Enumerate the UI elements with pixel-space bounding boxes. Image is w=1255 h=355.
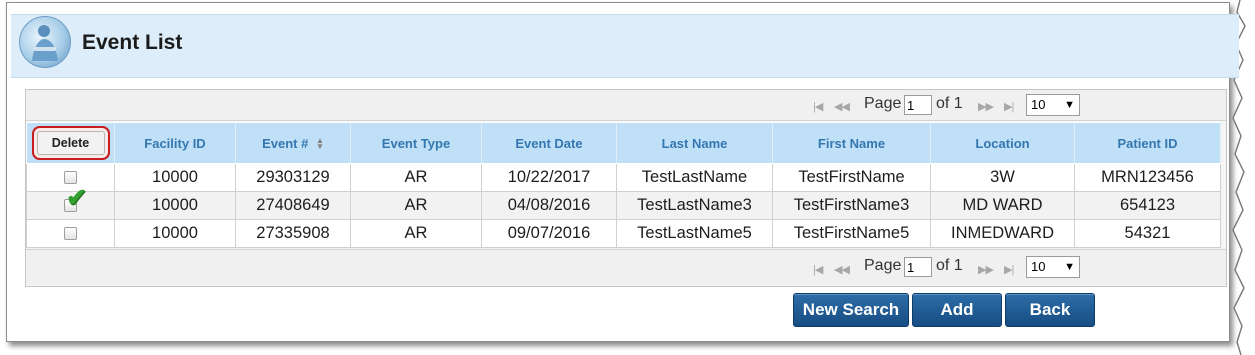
event-date-cell: 09/07/2016	[481, 219, 617, 248]
dropdown-arrow-icon: ▼	[1064, 261, 1075, 273]
facility-id-cell: 10000	[114, 163, 236, 192]
page-size-value: 10	[1031, 259, 1046, 274]
last-name-cell: TestLastName	[616, 163, 773, 192]
next-page-icon[interactable]: ▶▶	[978, 100, 994, 113]
event-date-cell: 04/08/2016	[481, 191, 617, 220]
patient-id-cell: MRN123456	[1074, 163, 1221, 192]
event-number-cell: 27408649	[235, 191, 351, 220]
location-cell: 3W	[930, 163, 1075, 192]
page-size-select[interactable]: 10 ▼	[1026, 256, 1080, 278]
first-name-cell: TestFirstName3	[772, 191, 931, 220]
event-type-cell: AR	[350, 191, 482, 220]
patient-id-cell: 54321	[1074, 219, 1221, 248]
first-page-icon[interactable]: |◀	[813, 100, 823, 113]
event-number-cell: 27335908	[235, 219, 351, 248]
patient-id-cell: 654123	[1074, 191, 1221, 220]
page-header	[11, 14, 1239, 78]
new-search-button[interactable]: New Search	[793, 293, 909, 327]
page-size-select[interactable]: 10 ▼	[1026, 94, 1080, 116]
last-name-cell: TestLastName5	[616, 219, 773, 248]
row-checkbox[interactable]	[64, 227, 77, 241]
event-grid: |◀ ◀◀ Page of 1 ▶▶ ▶| 10 ▼ Delete Facili…	[25, 89, 1227, 287]
event-date-cell: 10/22/2017	[481, 163, 617, 192]
row-select-cell	[26, 219, 115, 248]
table-row[interactable]: 10000 27408649 AR 04/08/2016 TestLastNam…	[26, 191, 1221, 220]
next-page-icon[interactable]: ▶▶	[978, 263, 994, 276]
location-cell: MD WARD	[930, 191, 1075, 220]
back-button[interactable]: Back	[1005, 293, 1095, 327]
page-count-label: of 1	[936, 95, 963, 112]
page-label: Page	[864, 95, 902, 112]
column-header-patient-id[interactable]: Patient ID	[1074, 122, 1221, 164]
event-type-cell: AR	[350, 219, 482, 248]
table-header-row: Delete Facility ID Event # ▲ ▼ Event Type…	[26, 122, 1221, 164]
dropdown-arrow-icon: ▼	[1064, 99, 1075, 111]
event-type-cell: AR	[350, 163, 482, 192]
page-number-input[interactable]	[904, 95, 932, 115]
column-header-first-name[interactable]: First Name	[772, 122, 931, 164]
delete-button[interactable]: Delete	[36, 131, 105, 155]
page-title: Event List	[82, 31, 183, 54]
location-cell: INMEDWARD	[930, 219, 1075, 248]
event-table: Delete Facility ID Event # ▲ ▼ Event Type…	[26, 122, 1221, 248]
column-header-event-number[interactable]: Event # ▲ ▼	[235, 122, 351, 164]
column-header-facility-id[interactable]: Facility ID	[114, 122, 236, 164]
column-header-label: Event #	[262, 135, 309, 151]
first-name-cell: TestFirstName5	[772, 219, 931, 248]
delete-column-header: Delete	[26, 122, 115, 164]
clinician-icon	[19, 16, 71, 68]
column-header-event-type[interactable]: Event Type	[350, 122, 482, 164]
first-name-cell: TestFirstName	[772, 163, 931, 192]
table-row[interactable]: 10000 27335908 AR 09/07/2016 TestLastNam…	[26, 219, 1221, 248]
page-label: Page	[864, 257, 902, 274]
sort-icon[interactable]: ▲ ▼	[316, 137, 324, 151]
column-header-last-name[interactable]: Last Name	[616, 122, 773, 164]
table-row[interactable]: 10000 29303129 AR 10/22/2017 TestLastNam…	[26, 163, 1221, 192]
page-size-value: 10	[1031, 97, 1046, 112]
page-number-input[interactable]	[904, 257, 932, 277]
last-page-icon[interactable]: ▶|	[1004, 263, 1014, 276]
facility-id-cell: 10000	[114, 219, 236, 248]
add-button[interactable]: Add	[912, 293, 1002, 327]
pager-bottom: |◀ ◀◀ Page of 1 ▶▶ ▶| 10 ▼	[26, 249, 1226, 285]
column-header-event-date[interactable]: Event Date	[481, 122, 617, 164]
first-page-icon[interactable]: |◀	[813, 263, 823, 276]
pager-top: |◀ ◀◀ Page of 1 ▶▶ ▶| 10 ▼	[26, 90, 1226, 121]
event-number-cell: 29303129	[235, 163, 351, 192]
prev-page-icon[interactable]: ◀◀	[834, 100, 850, 113]
last-name-cell: TestLastName3	[616, 191, 773, 220]
column-header-location[interactable]: Location	[930, 122, 1075, 164]
last-page-icon[interactable]: ▶|	[1004, 100, 1014, 113]
page-count-label: of 1	[936, 257, 963, 274]
facility-id-cell: 10000	[114, 191, 236, 220]
checkmark-icon: ✔	[66, 184, 87, 212]
prev-page-icon[interactable]: ◀◀	[834, 263, 850, 276]
